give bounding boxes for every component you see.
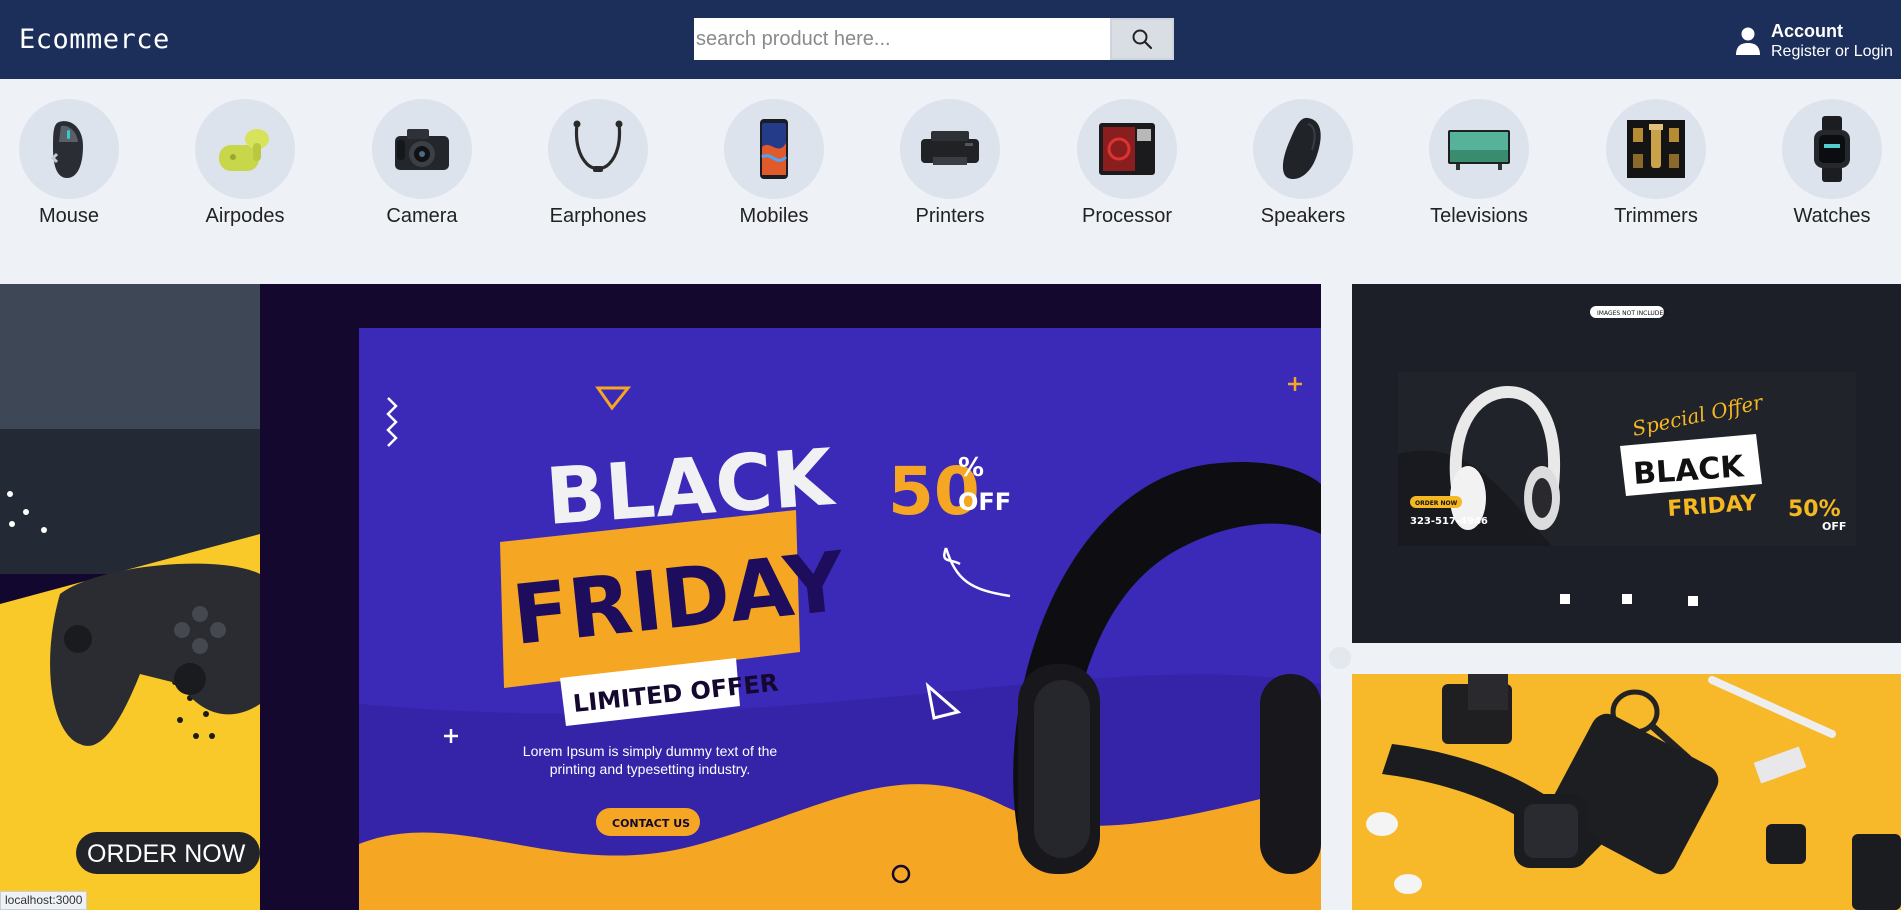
side-off: OFF — [1822, 520, 1846, 533]
category-label: Camera — [386, 205, 458, 227]
category-label: Earphones — [549, 205, 647, 227]
search-input[interactable] — [694, 18, 1110, 60]
category-image — [19, 99, 119, 199]
category-label: Airpodes — [205, 205, 285, 227]
gadgets-image — [1352, 674, 1901, 910]
category-mobiles[interactable]: Mobiles — [704, 99, 844, 228]
discount-off: OFF — [958, 488, 1011, 516]
side-banner-top-art: IMAGES NOT INCLUDED Special Offer BLACK … — [1398, 306, 1856, 606]
category-airpodes[interactable]: Airpodes — [175, 99, 315, 228]
category-speakers[interactable]: Speakers — [1233, 99, 1373, 228]
category-image — [372, 99, 472, 199]
discount-percent: % — [958, 453, 984, 483]
images-not-included-tag: IMAGES NOT INCLUDED — [1597, 310, 1668, 317]
side-phone: 323-517-4946 — [1410, 516, 1488, 527]
watch-icon — [1814, 116, 1850, 182]
side-order-now: ORDER NOW — [1415, 500, 1458, 507]
category-watches[interactable]: Watches — [1762, 99, 1901, 228]
category-printers[interactable]: Printers — [880, 99, 1020, 228]
category-image — [1253, 99, 1353, 199]
hero-banner[interactable]: ORDER NOW BLACK FRIDAY LIMITED OFFER 50 … — [0, 284, 1321, 910]
account-menu[interactable]: Account Register or Login — [1735, 20, 1893, 62]
category-image — [548, 99, 648, 199]
category-image — [195, 99, 295, 199]
television-icon — [1448, 130, 1510, 170]
category-label: Watches — [1793, 205, 1871, 227]
category-image — [1606, 99, 1706, 199]
category-image — [1077, 99, 1177, 199]
category-trimmers[interactable]: Trimmers — [1586, 99, 1726, 228]
category-televisions[interactable]: Televisions — [1409, 99, 1549, 228]
top-header: Ecommerce Account Register or Login — [0, 0, 1901, 79]
airpods-icon — [219, 129, 269, 171]
order-now-label: ORDER NOW — [87, 840, 246, 868]
user-icon — [1736, 27, 1760, 55]
category-image — [900, 99, 1000, 199]
speaker-icon — [1282, 117, 1321, 180]
brand-logo[interactable]: Ecommerce — [19, 24, 170, 55]
camera-icon — [395, 129, 449, 170]
mobile-icon — [760, 119, 788, 179]
category-processor[interactable]: Processor — [1057, 99, 1197, 228]
search-button[interactable] — [1110, 18, 1174, 60]
category-label: Mouse — [38, 205, 100, 227]
category-label: Printers — [915, 205, 985, 227]
trimmer-icon — [1627, 120, 1685, 178]
category-earphones[interactable]: Earphones — [528, 99, 668, 228]
category-label: Processor — [1081, 205, 1173, 227]
category-label: Speakers — [1260, 205, 1346, 227]
register-login-link[interactable]: Register or Login — [1771, 42, 1893, 62]
category-image — [1429, 99, 1529, 199]
side-banner-headphones[interactable]: IMAGES NOT INCLUDED Special Offer BLACK … — [1352, 284, 1901, 643]
earphones-icon — [573, 120, 623, 172]
hero-banner-art: ORDER NOW BLACK FRIDAY LIMITED OFFER 50 … — [0, 284, 1321, 910]
category-image — [1782, 99, 1882, 199]
mouse-icon — [50, 121, 83, 178]
category-label: Trimmers — [1614, 205, 1698, 227]
search-bar — [694, 18, 1174, 60]
side-banner-gadgets[interactable] — [1352, 674, 1901, 910]
category-camera[interactable]: Camera — [352, 99, 492, 228]
category-label: Mobiles — [739, 205, 809, 227]
search-icon — [1132, 29, 1153, 50]
banner-body-text: Lorem Ipsum is simply dummy text of the … — [522, 743, 778, 777]
account-title: Account — [1771, 21, 1843, 41]
printer-icon — [921, 131, 979, 165]
status-bar-url: localhost:3000 — [0, 891, 88, 910]
category-strip: Mouse Airpodes Camera Earphones Mobiles … — [0, 99, 1901, 229]
processor-icon — [1099, 123, 1155, 175]
side-discount: 50% — [1788, 497, 1841, 522]
contact-us-label: CONTACT US — [612, 817, 690, 830]
category-mouse[interactable]: Mouse — [0, 99, 139, 228]
carousel-next-dot[interactable] — [1329, 647, 1351, 669]
category-image — [724, 99, 824, 199]
category-label: Televisions — [1430, 205, 1528, 227]
